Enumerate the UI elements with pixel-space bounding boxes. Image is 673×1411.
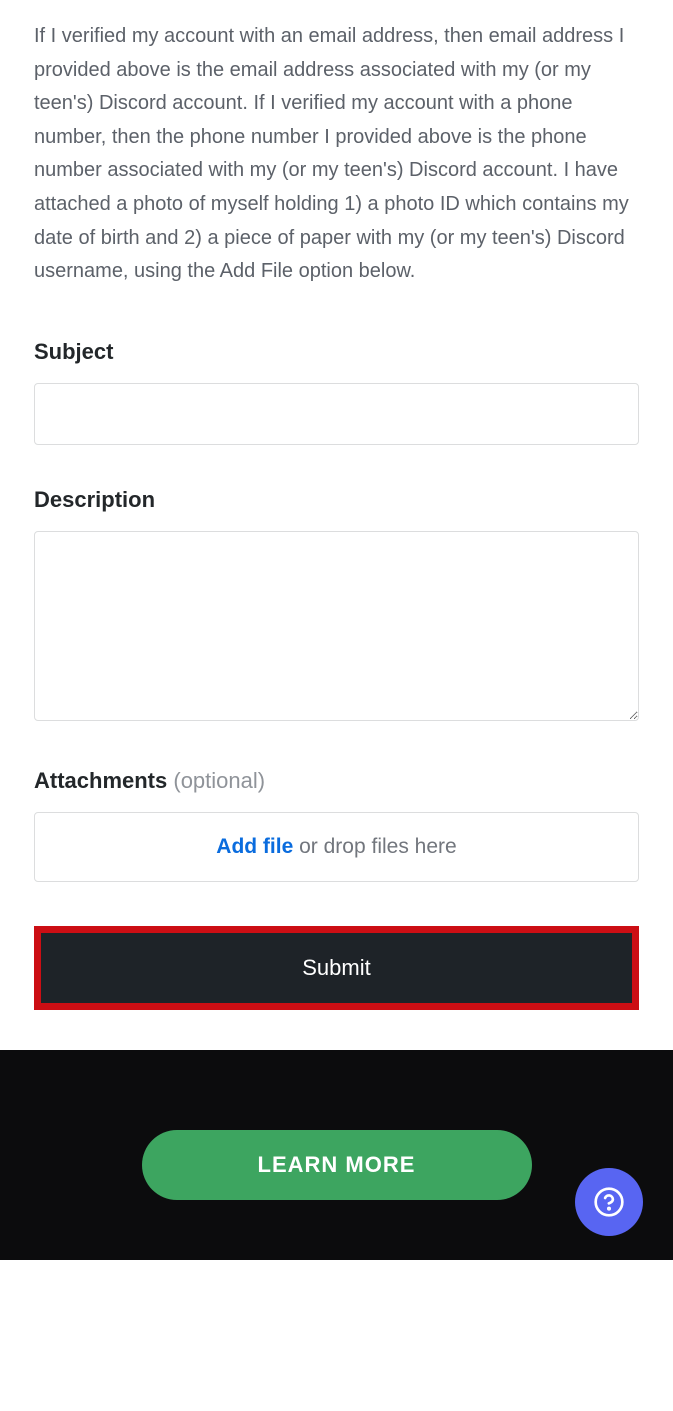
attachments-label: Attachments (optional): [34, 768, 639, 794]
drop-files-text: or drop files here: [293, 835, 456, 858]
learn-more-button[interactable]: LEARN MORE: [142, 1130, 532, 1200]
attachments-dropzone[interactable]: Add file or drop files here: [34, 812, 639, 882]
subject-label: Subject: [34, 339, 639, 365]
help-icon: [593, 1186, 625, 1218]
verification-info-text: If I verified my account with an email a…: [34, 20, 639, 289]
page-footer: LEARN MORE: [0, 1050, 673, 1260]
attachments-label-text: Attachments: [34, 768, 167, 793]
description-label: Description: [34, 487, 639, 513]
submit-highlight-frame: Submit: [34, 926, 639, 1010]
help-fab-button[interactable]: [575, 1168, 643, 1236]
attachments-optional-text: (optional): [173, 768, 265, 793]
subject-input[interactable]: [34, 383, 639, 445]
description-input[interactable]: [34, 531, 639, 721]
submit-button[interactable]: Submit: [41, 933, 632, 1003]
add-file-link[interactable]: Add file: [216, 835, 293, 858]
